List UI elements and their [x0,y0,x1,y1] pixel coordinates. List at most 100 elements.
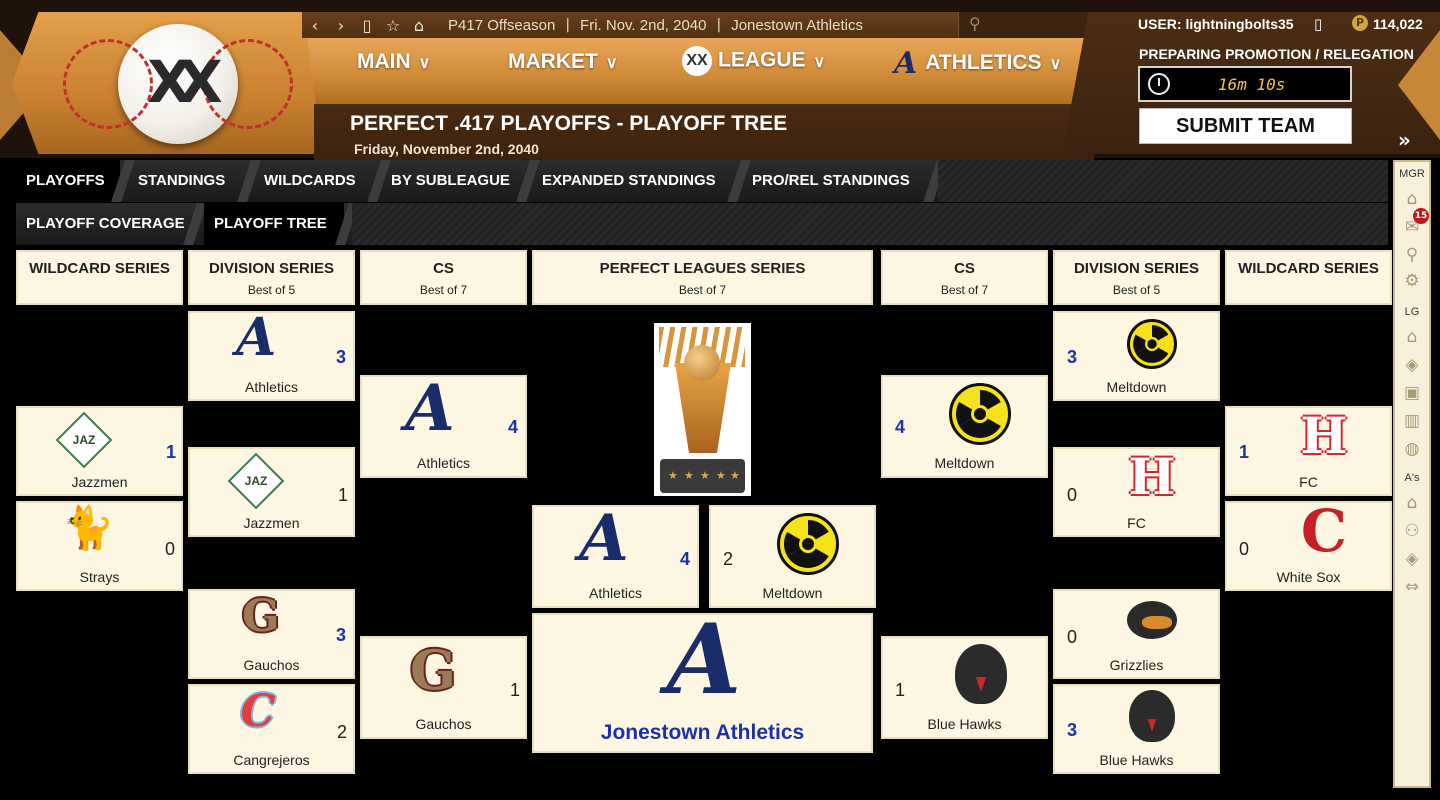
team-score: 3 [1067,720,1078,740]
trophy-ball [684,345,720,381]
column-subtitle: Best of 7 [940,283,989,297]
tab-playoff-coverage[interactable]: PLAYOFF COVERAGE [16,203,192,245]
header-topbar: ‹ › ▯ ☆ ⌂ P417 Offseason | Fri. Nov. 2nd… [302,12,1148,38]
expand-forward-icon[interactable]: » [1398,128,1411,152]
team-card-athletics[interactable]: A 3 Athletics [188,307,355,401]
white-sox-c-logo: C [1300,497,1348,565]
team-card-gauchos[interactable]: G 1 Gauchos [360,636,527,739]
column-title: WILDCARD SERIES [1238,260,1379,277]
team-card-blue-hawks[interactable]: 1 Blue Hawks [881,636,1048,739]
bar-chart-icon[interactable]: ▥ [1401,410,1423,432]
column-title: DIVISION SERIES [1073,260,1200,277]
menu-league-label: LEAGUE [718,48,806,72]
tab-standings[interactable]: STANDINGS [128,160,246,202]
strays-cat-logo: 🐈 [62,503,115,552]
promotion-status-label: PREPARING PROMOTION / RELEGATION [1139,46,1414,62]
champion-card[interactable]: A Jonestown Athletics [532,603,873,753]
players-icon[interactable]: ⚇ [1401,520,1423,542]
menu-market[interactable]: MARKET ∨ [508,50,618,74]
tab-playoffs[interactable]: PLAYOFFS [16,160,120,202]
user-name[interactable]: USER: lightningbolts35 [1138,16,1294,32]
menu-main[interactable]: MAIN ∨ [357,50,430,74]
search-icon: ⚲ [969,14,981,33]
season-label[interactable]: P417 Offseason [448,17,555,34]
diamond-icon[interactable]: ◈ [1401,548,1423,570]
team-name: Meltdown [762,585,823,601]
sidebar-section-as: A's [1404,472,1420,484]
tab-row-filler [938,160,1388,202]
back-arrow-icon[interactable]: ‹ [302,16,328,35]
team-card-athletics[interactable]: A 4 Athletics [360,371,527,478]
team-score: 1 [510,680,521,700]
team-name: White Sox [1276,569,1341,585]
home-icon[interactable]: ⌂ [1401,326,1423,348]
coin-icon: P [1352,15,1368,31]
tab-playoff-tree[interactable]: PLAYOFF TREE [204,203,344,245]
team-name: Athletics [245,379,298,395]
team-name: Gauchos [243,657,300,673]
jazzmen-logo: JAZ [55,411,113,469]
team-card-jazzmen[interactable]: JAZ 1 Jazzmen [16,406,183,496]
phone-icon[interactable]: ▯ [1314,15,1322,33]
team-name: Meltdown [1106,379,1167,395]
baseball-icon[interactable]: ◍ [1401,438,1423,460]
team-card-meltdown[interactable]: 4 Meltdown [881,375,1048,478]
menu-athletics[interactable]: A ATHLETICS ∨ [894,46,1061,81]
team-card-meltdown[interactable]: 2 Meltdown [709,505,876,608]
submit-team-button[interactable]: SUBMIT TEAM [1139,108,1352,144]
chevron-down-icon: ∨ [813,53,826,71]
menu-league[interactable]: XX LEAGUE ∨ [682,46,825,76]
league-logo-baseball[interactable]: XX [63,24,293,144]
team-card-gauchos[interactable]: G 3 Gauchos [188,589,355,679]
team-card-cangrejeros[interactable]: C 2 Cangrejeros [188,684,355,774]
jazzmen-logo: JAZ [227,452,285,510]
athletics-a-logo: A [579,501,629,576]
phone-icon[interactable]: ▯ [354,16,380,35]
search-icon[interactable]: ⚲ [1401,244,1423,266]
radiation-symbol [783,520,833,569]
team-card-blue-hawks[interactable]: 3 Blue Hawks [1053,684,1220,774]
champion-name: Jonestown Athletics [600,721,805,744]
team-card-jazzmen[interactable]: JAZ 1 Jazzmen [188,447,355,537]
coin-balance: 114,022 [1373,16,1423,32]
team-score: 1 [166,442,177,462]
column-title: WILDCARD SERIES [29,260,170,277]
sidebar-section-lg: LG [1404,306,1420,318]
tab-expanded-standings[interactable]: EXPANDED STANDINGS [532,160,736,202]
team-card-meltdown[interactable]: 3 Meltdown [1053,311,1220,401]
team-score: 1 [1239,442,1250,462]
header-center: ‹ › ▯ ☆ ⌂ P417 Offseason | Fri. Nov. 2nd… [282,12,1148,166]
tab-by-subleague[interactable]: BY SUBLEAGUE [381,160,525,202]
star-icon[interactable]: ☆ [380,16,406,35]
team-score: 0 [165,539,176,559]
scoreboard-icon[interactable]: ▣ [1401,382,1423,404]
home-icon[interactable]: ⌂ [1401,188,1423,210]
team-name: Athletics [417,455,470,471]
team-card-strays[interactable]: 🐈 0 Strays [16,501,183,591]
team-card-fc[interactable]: H 1 FC [1225,406,1392,496]
home-icon[interactable]: ⌂ [1401,492,1423,514]
team-card-grizzlies[interactable]: 0 Grizzlies [1053,589,1220,679]
team-card-fc[interactable]: H 0 FC [1053,447,1220,537]
column-header-division-left: DIVISION SERIES Best of 5 [188,250,355,305]
team-card-athletics[interactable]: A 4 Athletics [532,501,699,608]
home-icon[interactable]: ⌂ [406,16,432,35]
team-name: Blue Hawks [927,716,1002,732]
team-score: 4 [895,417,906,437]
blue-hawks-logo [955,644,1007,704]
team-card-white-sox[interactable]: C 0 White Sox [1225,497,1392,591]
tab-wildcards[interactable]: WILDCARDS [254,160,376,202]
team-score: 0 [1067,627,1078,647]
trade-arrows-icon[interactable]: ⇔ [1401,576,1423,598]
forward-arrow-icon[interactable]: › [328,16,354,35]
tab-pro-rel-standings[interactable]: PRO/REL STANDINGS [742,160,932,202]
team-name: Grizzlies [1109,657,1164,673]
current-team-link[interactable]: Jonestown Athletics [731,17,863,34]
column-header-division-right: DIVISION SERIES Best of 5 [1053,250,1220,305]
gear-icon[interactable]: ⚙ [1401,270,1423,292]
team-score: 2 [337,722,348,742]
countdown-time: 16m 10s [1218,75,1286,94]
team-name: FC [1299,474,1318,490]
diamond-icon[interactable]: ◈ [1401,354,1423,376]
column-header-cs-right: CS Best of 7 [881,250,1048,305]
